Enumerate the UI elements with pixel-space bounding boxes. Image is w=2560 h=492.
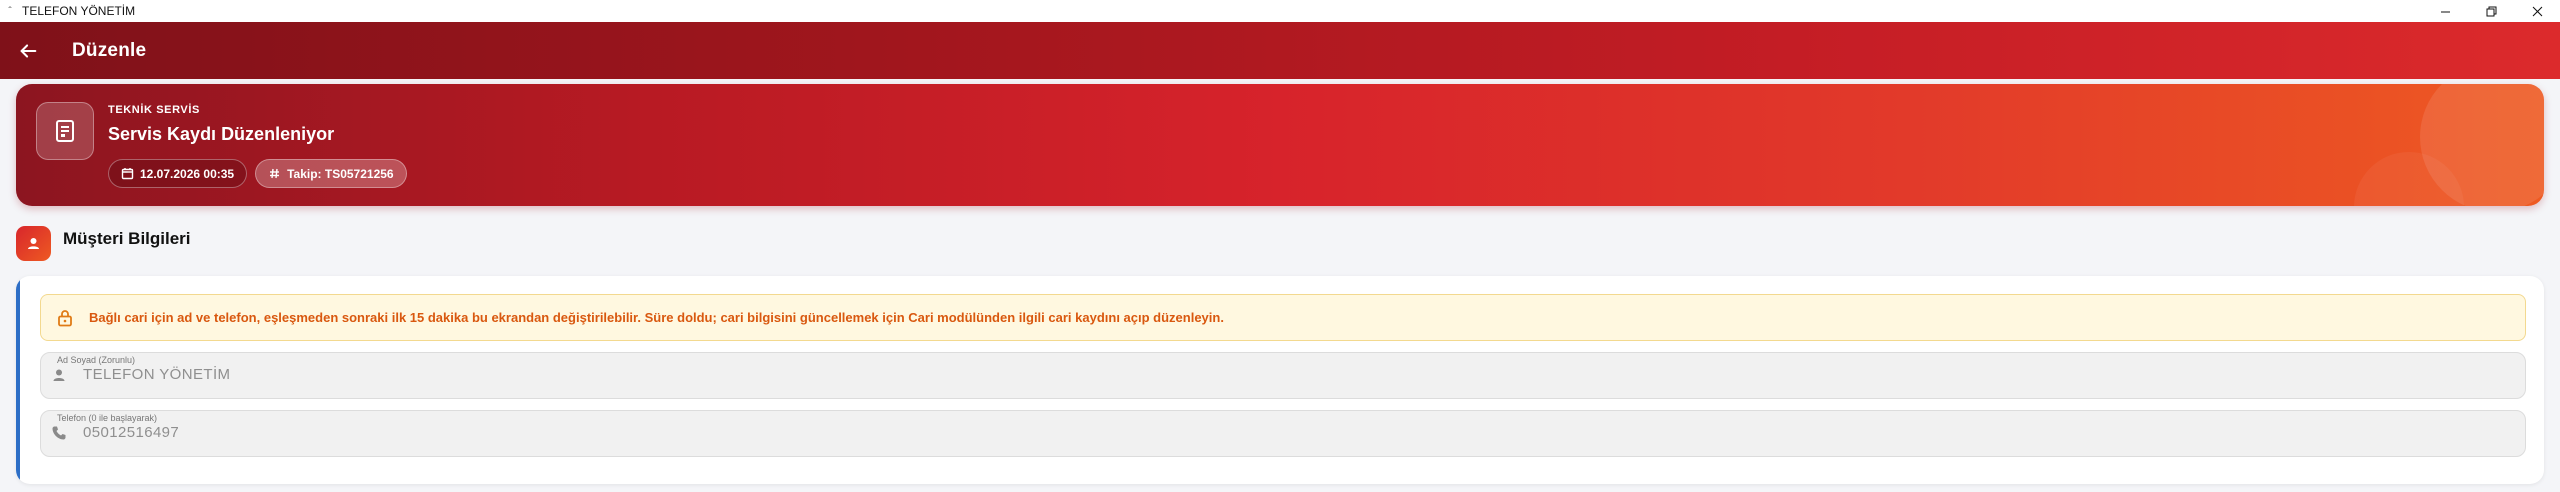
name-field[interactable]: Ad Soyad (Zorunlu) TELEFON YÖNETİM bbox=[40, 352, 2526, 399]
person-icon bbox=[28, 238, 39, 249]
date-chip: 12.07.2026 00:35 bbox=[108, 159, 248, 188]
arrow-left-icon bbox=[20, 43, 37, 58]
phone-field-value: 05012516497 bbox=[83, 424, 180, 441]
minimize-button[interactable] bbox=[2422, 0, 2468, 22]
page-title: Düzenle bbox=[72, 39, 147, 61]
section-title: Müşteri Bilgileri bbox=[63, 228, 191, 248]
service-header-card: TEKNİK SERVİS Servis Kaydı Düzenleniyor … bbox=[16, 84, 2544, 206]
header-icon-tile bbox=[36, 102, 94, 160]
tracking-chip-text: Takip: TS05721256 bbox=[287, 166, 394, 181]
receipt-icon bbox=[56, 120, 74, 142]
tracking-chip: Takip: TS05721256 bbox=[255, 159, 407, 188]
restore-button[interactable] bbox=[2468, 0, 2514, 22]
name-field-label: Ad Soyad (Zorunlu) bbox=[57, 355, 136, 365]
window-controls bbox=[2422, 0, 2560, 22]
phone-icon bbox=[51, 425, 69, 443]
customer-form-card: Bağlı cari için ad ve telefon, eşleşmede… bbox=[16, 276, 2544, 484]
phone-field-label: Telefon (0 ile başlayarak) bbox=[57, 413, 158, 423]
window-titlebar: ˆ TELEFON YÖNETİM bbox=[0, 0, 2560, 22]
header-eyebrow: TEKNİK SERVİS bbox=[108, 104, 200, 116]
notice-text: Bağlı cari için ad ve telefon, eşleşmede… bbox=[89, 310, 1224, 325]
customer-section-heading: Müşteri Bilgileri bbox=[16, 226, 191, 261]
hash-icon bbox=[270, 168, 280, 179]
phone-field[interactable]: Telefon (0 ile başlayarak) 05012516497 bbox=[40, 410, 2526, 457]
close-icon bbox=[2532, 6, 2542, 16]
date-chip-text: 12.07.2026 00:35 bbox=[140, 166, 235, 181]
edit-lock-notice: Bağlı cari için ad ve telefon, eşleşmede… bbox=[40, 294, 2526, 341]
section-icon-tile bbox=[16, 226, 51, 261]
name-field-value: TELEFON YÖNETİM bbox=[83, 366, 231, 383]
back-button[interactable] bbox=[16, 39, 40, 63]
close-button[interactable] bbox=[2514, 0, 2560, 22]
window-title: TELEFON YÖNETİM bbox=[22, 4, 136, 18]
person-icon bbox=[51, 367, 69, 385]
lock-icon bbox=[55, 308, 75, 328]
card-accent-bar bbox=[16, 276, 20, 484]
app-bar: Düzenle bbox=[0, 22, 2560, 79]
header-chips: 12.07.2026 00:35 Takip: TS05721256 bbox=[108, 159, 407, 188]
app-icon: ˆ bbox=[8, 5, 12, 17]
restore-icon bbox=[2486, 6, 2496, 16]
header-title: Servis Kaydı Düzenleniyor bbox=[108, 124, 335, 144]
minimize-icon bbox=[2440, 11, 2450, 12]
calendar-icon bbox=[121, 168, 134, 180]
